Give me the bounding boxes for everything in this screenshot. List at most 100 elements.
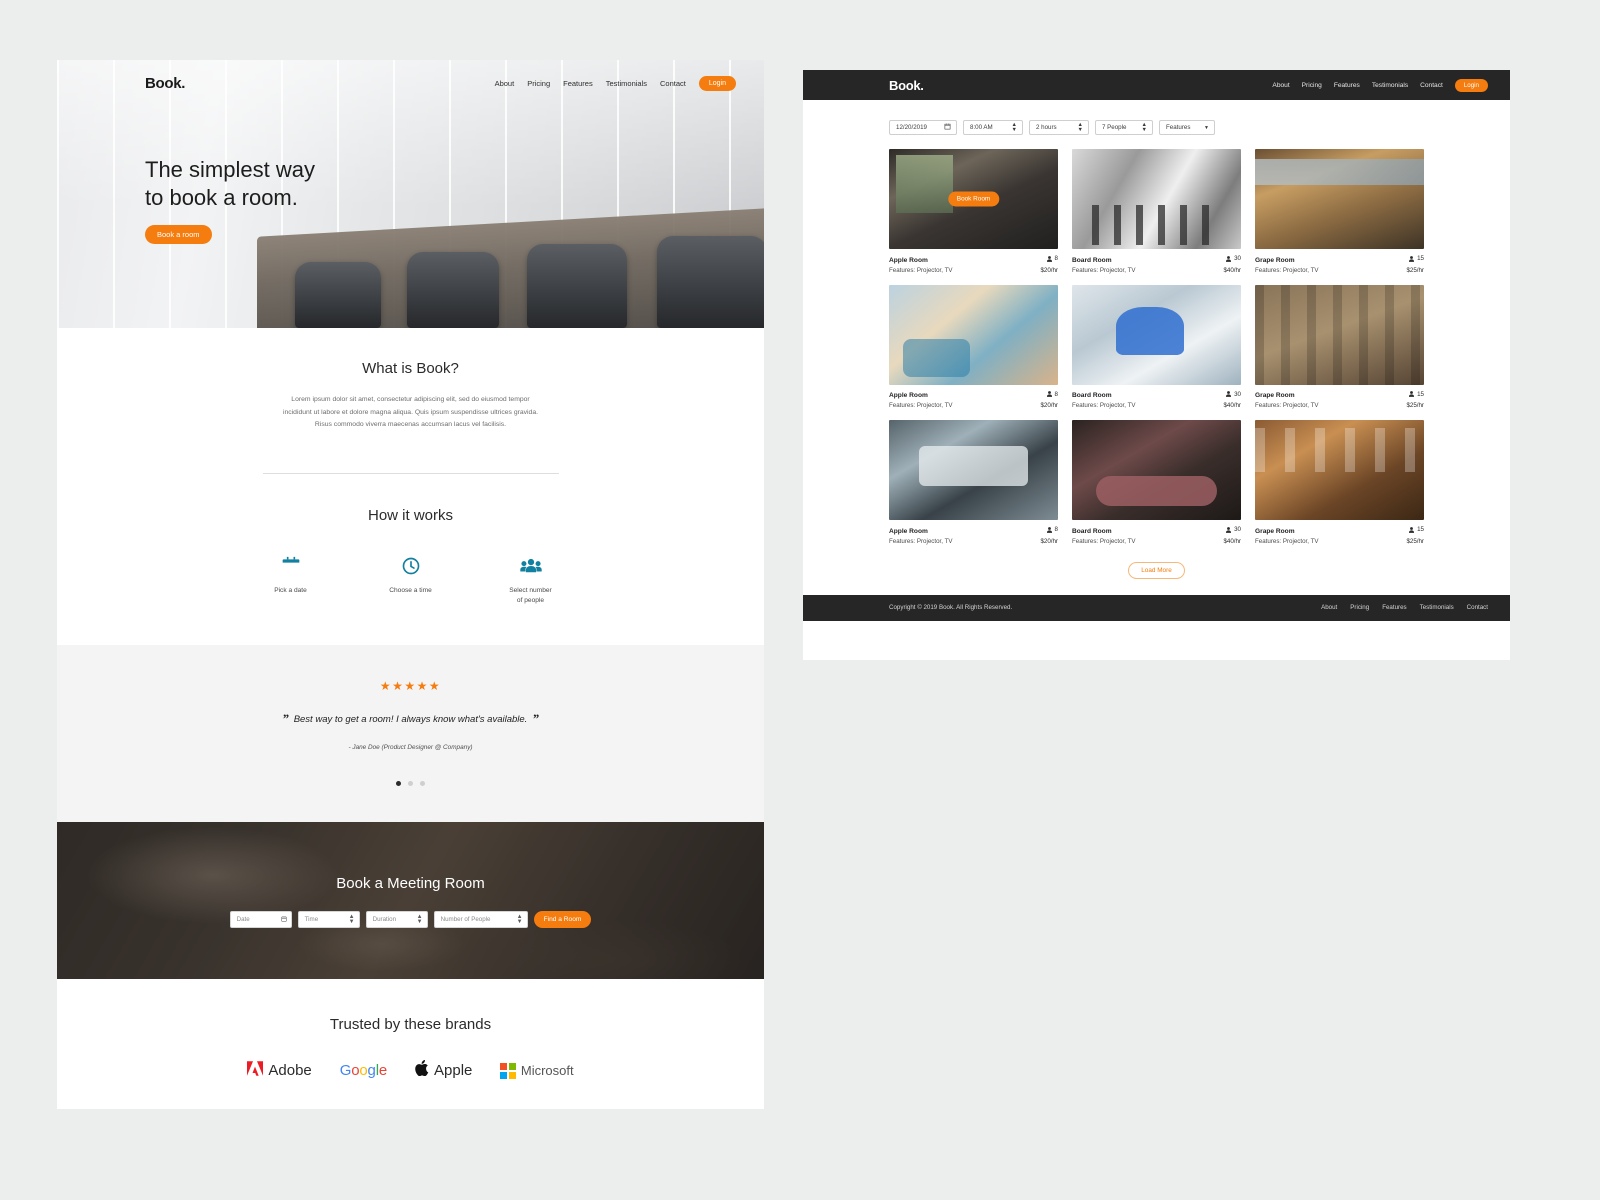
room-card[interactable]: Board Room 30 Features: Projector, TV $4…	[1072, 420, 1241, 545]
brand-google: Google	[340, 1062, 387, 1079]
footer-link-testimonials[interactable]: Testimonials	[1420, 604, 1454, 611]
room-price: $25/hr	[1406, 537, 1424, 545]
step-select-number-of-people: Select number of people	[471, 555, 591, 606]
room-card[interactable]: Grape Room 15 Features: Projector, TV $2…	[1255, 284, 1424, 409]
footer-link-pricing[interactable]: Pricing	[1350, 604, 1369, 611]
room-card[interactable]: Apple Room 8 Features: Projector, TV $20…	[889, 284, 1058, 409]
carousel-dot-3[interactable]	[420, 781, 425, 787]
time-filter[interactable]: 8:00 AM ▲ ▼	[963, 120, 1023, 135]
room-capacity: 8	[1046, 526, 1058, 533]
room-features: Features: Projector, TV	[889, 537, 953, 545]
stepper-icon[interactable]: ▲ ▼	[1078, 122, 1083, 132]
book-a-room-button[interactable]: Book a room	[145, 225, 212, 245]
hero-chair	[407, 252, 499, 328]
capacity-value: 30	[1234, 255, 1241, 262]
room-card[interactable]: Grape Room 15 Features: Projector, TV $2…	[1255, 149, 1424, 274]
calendar-icon[interactable]	[281, 916, 287, 924]
time-filter-value: 8:00 AM	[970, 124, 993, 131]
room-card[interactable]: Book Room Apple Room 8 Features: Project…	[889, 149, 1058, 274]
footer-link-contact[interactable]: Contact	[1467, 604, 1488, 611]
people-icon	[471, 555, 591, 577]
nav-item-testimonials[interactable]: Testimonials	[1372, 82, 1408, 89]
room-photo[interactable]: Book Room	[889, 149, 1058, 249]
people-filter-value: 7 People	[1102, 124, 1127, 131]
adobe-icon	[247, 1061, 264, 1081]
carousel-dot-1[interactable]	[396, 781, 401, 787]
people-field[interactable]: Number of People ▲ ▼	[433, 911, 528, 929]
capacity-value: 30	[1234, 390, 1241, 398]
testimonial-quote-row: ” Best way to get a room! I always know …	[57, 712, 764, 726]
login-button[interactable]: Login	[1454, 78, 1488, 92]
step-pick-a-date: Pick a date	[231, 555, 351, 606]
nav-item-pricing[interactable]: Pricing	[1302, 82, 1322, 89]
nav-item-features[interactable]: Features	[563, 79, 593, 88]
login-button[interactable]: Login	[698, 75, 736, 91]
room-capacity: 30	[1226, 255, 1241, 262]
copyright-text: Copyright © 2019 Book. All Rights Reserv…	[889, 604, 1013, 611]
logo[interactable]: Book.	[145, 75, 185, 92]
duration-field[interactable]: Duration ▲ ▼	[365, 911, 428, 929]
date-filter[interactable]: 12/20/2019	[889, 120, 957, 135]
landing-header: Book. About Pricing Features Testimonial…	[57, 60, 764, 106]
logo[interactable]: Book.	[889, 78, 924, 93]
carousel-dot-2[interactable]	[408, 781, 413, 787]
nav-item-contact[interactable]: Contact	[660, 79, 686, 88]
nav-item-pricing[interactable]: Pricing	[527, 79, 550, 88]
room-photo[interactable]	[1255, 284, 1424, 385]
stepper-icon[interactable]: ▲ ▼	[1142, 122, 1147, 132]
brand-microsoft: Microsoft	[500, 1063, 574, 1079]
people-filter[interactable]: 7 People ▲ ▼	[1095, 120, 1153, 135]
room-card[interactable]: Apple Room 8 Features: Projector, TV $20…	[889, 420, 1058, 545]
time-field[interactable]: Time ▲ ▼	[297, 911, 360, 929]
people-field-value: Number of People	[440, 916, 491, 924]
room-name: Apple Room	[889, 392, 928, 399]
nav-item-testimonials[interactable]: Testimonials	[606, 79, 647, 88]
room-photo[interactable]	[1255, 149, 1424, 249]
find-a-room-button[interactable]: Find a Room	[533, 911, 592, 929]
room-features: Features: Projector, TV	[1255, 537, 1319, 545]
room-card[interactable]: Board Room 30 Features: Projector, TV $4…	[1072, 284, 1241, 409]
room-name: Apple Room	[889, 256, 928, 264]
nav-item-features[interactable]: Features	[1334, 82, 1360, 89]
testimonial-quote: Best way to get a room! I always know wh…	[293, 714, 528, 726]
room-card[interactable]: Grape Room 15 Features: Projector, TV $2…	[1255, 420, 1424, 545]
booking-form: Date Time ▲ ▼ Duration ▲ ▼ Number of Peo…	[57, 911, 764, 929]
features-filter[interactable]: Features ▼	[1159, 120, 1215, 135]
hero-chair	[657, 236, 764, 328]
footer-link-features[interactable]: Features	[1382, 604, 1406, 611]
stepper-icon[interactable]: ▲ ▼	[349, 914, 355, 926]
about-heading: What is Book?	[362, 360, 459, 377]
room-photo[interactable]	[1255, 420, 1424, 520]
nav-item-about[interactable]: About	[1272, 82, 1289, 89]
book-room-button[interactable]: Book Room	[947, 191, 1000, 207]
footer-link-about[interactable]: About	[1321, 604, 1337, 611]
person-icon	[1409, 255, 1415, 262]
google-wordmark: Google	[339, 1062, 387, 1080]
room-card[interactable]: Board Room 30 Features: Projector, TV $4…	[1072, 149, 1241, 274]
person-icon	[1226, 391, 1232, 397]
room-photo[interactable]	[1072, 420, 1241, 520]
room-photo[interactable]	[889, 420, 1058, 520]
time-field-value: Time	[304, 916, 319, 924]
hero-title: The simplest way to book a room.	[145, 156, 315, 212]
duration-filter[interactable]: 2 hours ▲ ▼	[1029, 120, 1089, 135]
room-capacity: 8	[1046, 391, 1058, 398]
chevron-down-icon[interactable]: ▼	[1204, 125, 1209, 131]
booking-cta-section: Book a Meeting Room Date Time ▲ ▼ Durati…	[57, 822, 764, 980]
nav-item-contact[interactable]: Contact	[1420, 82, 1443, 89]
stepper-icon[interactable]: ▲ ▼	[1012, 122, 1017, 132]
room-photo[interactable]	[1072, 149, 1241, 249]
stepper-icon[interactable]: ▲ ▼	[417, 914, 423, 926]
results-page-mockup: Book. About Pricing Features Testimonial…	[803, 70, 1510, 660]
date-field[interactable]: Date	[229, 911, 292, 929]
person-icon	[1226, 526, 1232, 533]
person-icon	[1409, 526, 1415, 533]
step-label: Choose a time	[389, 586, 432, 594]
calendar-icon[interactable]	[944, 123, 951, 132]
room-photo[interactable]	[1072, 284, 1241, 385]
nav-item-about[interactable]: About	[495, 79, 515, 88]
person-icon	[1046, 255, 1052, 262]
room-photo[interactable]	[889, 284, 1058, 385]
load-more-button[interactable]: Load More	[1128, 561, 1185, 579]
stepper-icon[interactable]: ▲ ▼	[517, 914, 523, 926]
